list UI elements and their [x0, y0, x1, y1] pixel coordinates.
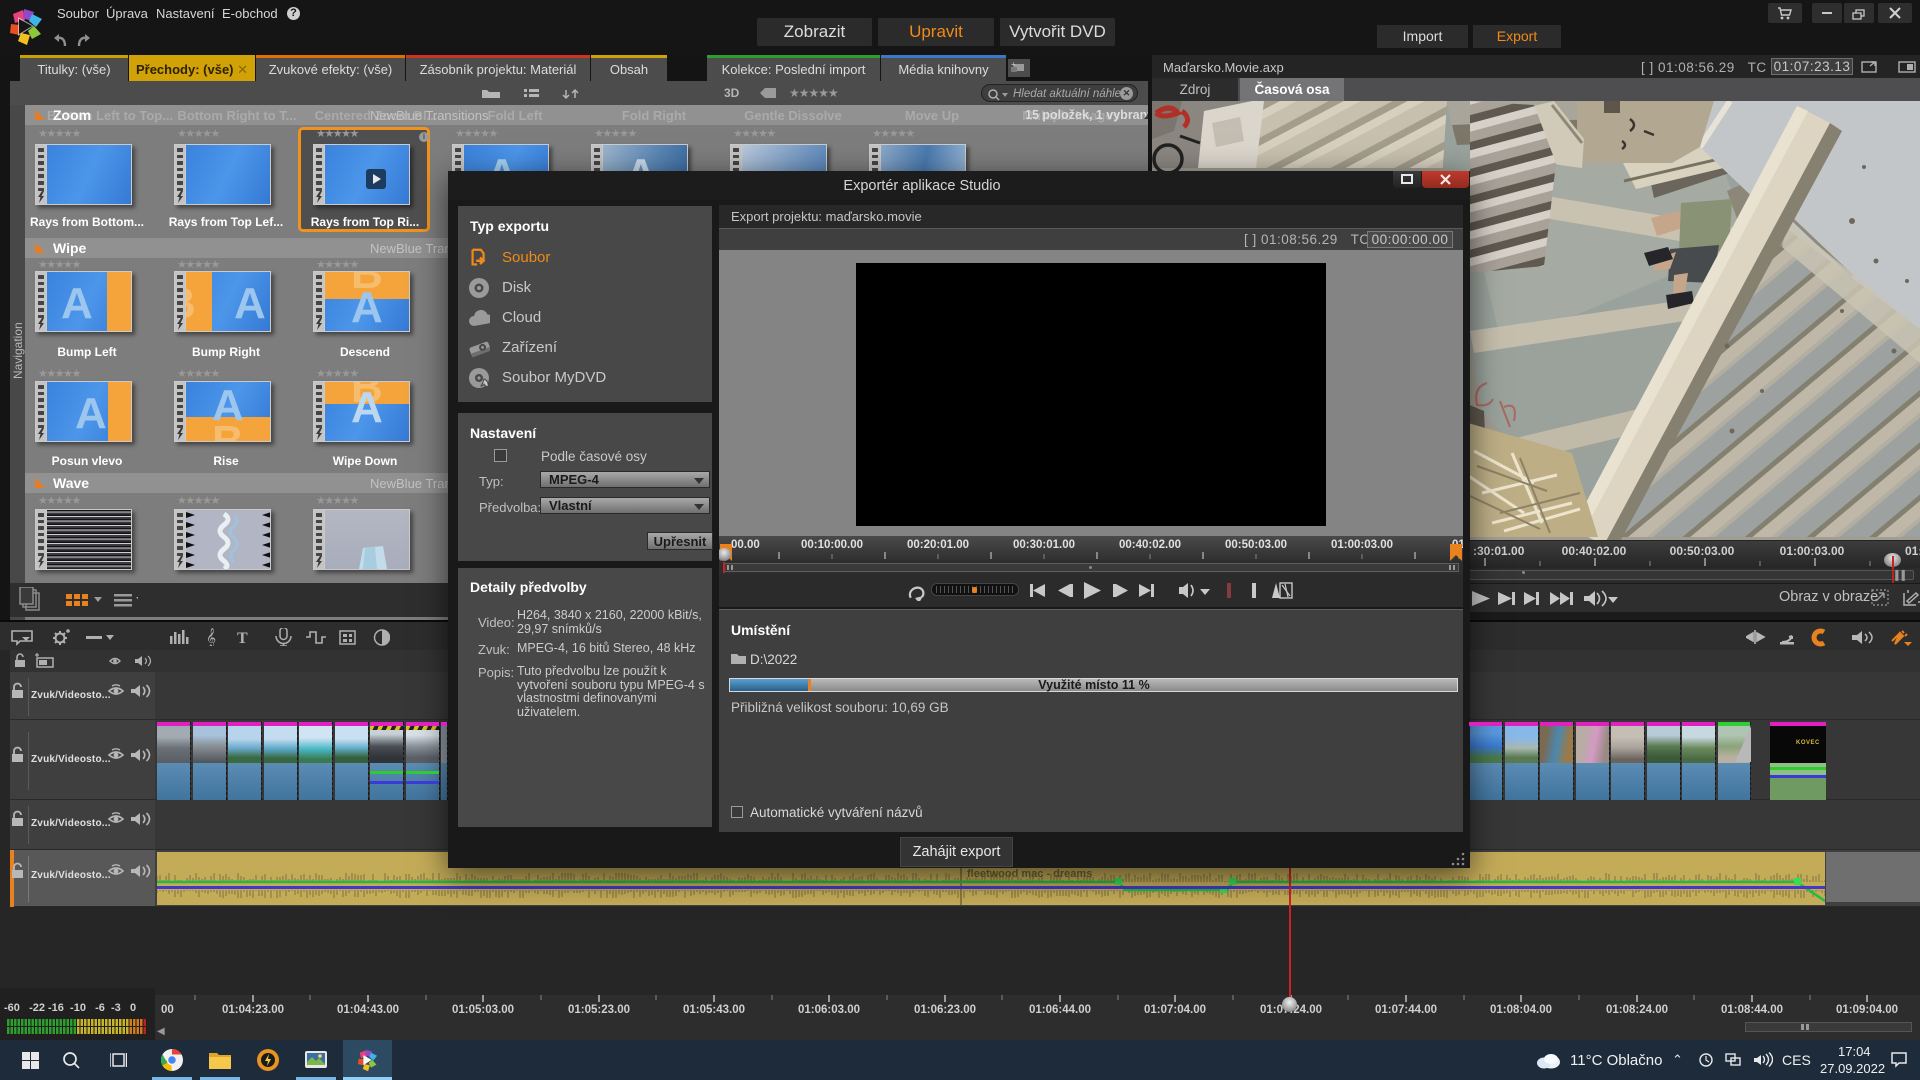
svg-text:+: +	[1011, 60, 1016, 69]
svg-text:𝄞: 𝄞	[206, 628, 216, 646]
svg-text:T: T	[237, 630, 248, 646]
